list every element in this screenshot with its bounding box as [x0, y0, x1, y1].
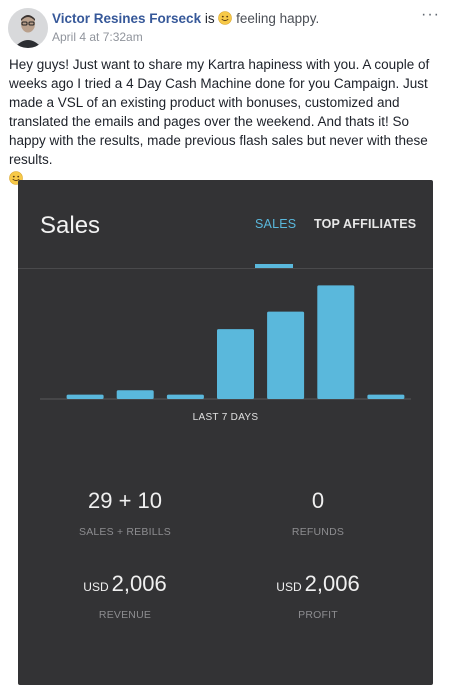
author-name[interactable]: Victor Resines Forseck	[52, 11, 201, 26]
stat-refunds: 0 REFUNDS	[233, 488, 403, 538]
stat-label: SALES + REBILLS	[78, 526, 171, 538]
chart-bar	[217, 329, 254, 399]
facebook-post: Victor Resines Forseck is feeling happy.…	[0, 0, 452, 689]
stat-label: REVENUE	[98, 609, 152, 621]
chart-bar	[66, 394, 104, 399]
chart-bar	[166, 394, 204, 399]
stat-value: USD 2,006	[233, 571, 403, 597]
chart-bar	[367, 394, 405, 399]
stat-profit: USD 2,006 PROFIT	[233, 571, 403, 621]
currency-prefix: USD	[276, 580, 302, 594]
stat-value-text: 0	[311, 488, 325, 513]
feeling-text[interactable]: feeling happy.	[236, 11, 319, 26]
dashboard-title: Sales	[40, 212, 101, 239]
stat-value: USD 2,006	[40, 571, 210, 597]
post-body-text: Hey guys! Just want to share my Kartra h…	[9, 57, 430, 167]
tab-top-affiliates[interactable]: TOP AFFILIATES	[314, 217, 416, 231]
avatar[interactable]	[8, 8, 48, 48]
smiley-icon	[218, 11, 233, 25]
chart-caption: LAST 7 DAYS	[192, 412, 259, 423]
stat-value-text: 29 + 10	[87, 488, 162, 513]
stat-value: 0	[233, 488, 403, 514]
chart-bar	[317, 285, 355, 399]
is-text: is	[204, 11, 215, 26]
avatar-image	[8, 8, 48, 48]
post-header: Victor Resines Forseck is feeling happy.	[52, 10, 319, 28]
stat-label: REFUNDS	[291, 526, 345, 538]
sales-dashboard-screenshot: Sales SALES TOP AFFILIATES LAST 7 DAYS 2…	[18, 180, 433, 685]
post-timestamp[interactable]: April 4 at 7:32am	[52, 30, 143, 44]
stat-revenue: USD 2,006 REVENUE	[40, 571, 210, 621]
tab-sales[interactable]: SALES	[255, 217, 296, 231]
chart-bar	[116, 390, 154, 399]
sales-bar-chart	[40, 285, 411, 400]
stat-value-text: 2,006	[111, 571, 167, 596]
more-options-icon[interactable]: ···	[421, 6, 440, 24]
stat-value-text: 2,006	[304, 571, 360, 596]
post-body: Hey guys! Just want to share my Kartra h…	[9, 55, 445, 188]
stat-sales-rebills: 29 + 10 SALES + REBILLS	[40, 488, 210, 538]
currency-prefix: USD	[83, 580, 109, 594]
stat-value: 29 + 10	[40, 488, 210, 514]
stat-label: PROFIT	[298, 609, 338, 621]
chart-bar	[267, 311, 305, 399]
